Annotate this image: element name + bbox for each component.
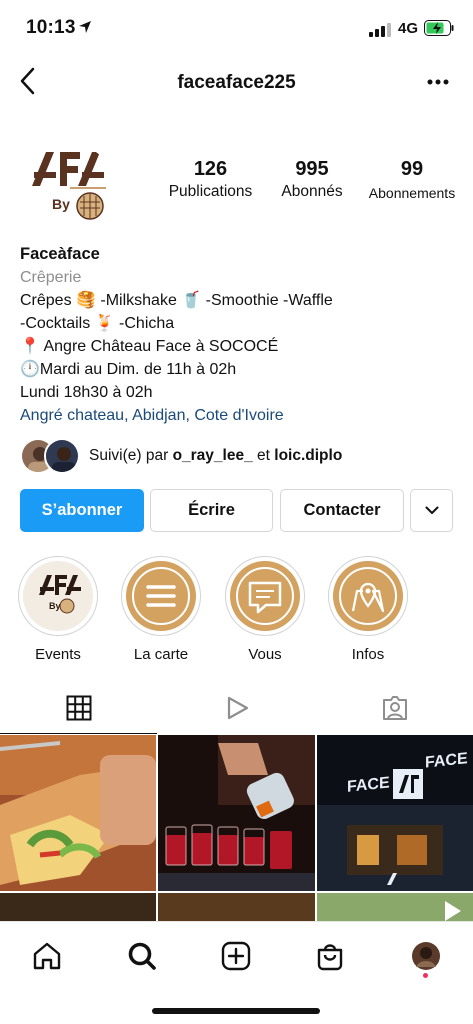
brand-logo-icon: By	[23, 561, 93, 631]
contact-button[interactable]: Contacter	[280, 489, 404, 532]
followed-by[interactable]: Suivi(e) par o_ray_lee_ et loic.diplo	[20, 438, 460, 476]
follower-username[interactable]: loic.diplo	[274, 447, 342, 464]
followed-prefix: Suivi(e) par	[89, 447, 173, 464]
nav-shop[interactable]	[310, 936, 350, 976]
post-thumbnail[interactable]	[158, 735, 315, 891]
highlight-label: La carte	[133, 646, 189, 663]
nav-profile[interactable]	[406, 936, 446, 976]
nav-home[interactable]	[27, 936, 67, 976]
post-thumbnail[interactable]	[158, 893, 315, 921]
message-button[interactable]: Écrire	[150, 489, 273, 532]
tagged-icon	[382, 696, 407, 720]
bio-line: Crêpes 🥞 -Milkshake 🥤 -Smoothie -Waffle	[20, 292, 333, 309]
notification-dot	[423, 973, 428, 978]
suggested-dropdown-button[interactable]	[410, 489, 453, 532]
post-thumbnail[interactable]	[0, 735, 156, 891]
video-play-icon	[445, 901, 461, 921]
bottom-nav	[0, 921, 473, 1024]
more-dots-icon	[427, 79, 449, 85]
followed-connector: et	[252, 447, 275, 464]
followed-by-text: Suivi(e) par o_ray_lee_ et loic.diplo	[89, 447, 342, 465]
content-tabs	[0, 682, 473, 734]
stat-label: Abonnés	[281, 183, 343, 200]
story-highlights: By Events La carte Vous Infos	[0, 556, 473, 666]
highlight-label: Vous	[248, 646, 282, 663]
stat-value: 99	[400, 158, 424, 180]
posts-grid: FACE FACE	[0, 735, 473, 921]
highlight-menu[interactable]: La carte	[121, 556, 201, 663]
status-time: 10:13	[26, 17, 76, 38]
post-thumbnail[interactable]	[317, 893, 473, 921]
stat-label: Publications	[168, 183, 253, 200]
reels-icon	[227, 696, 248, 720]
stat-value: 126	[193, 158, 228, 180]
highlight-ring	[121, 556, 201, 636]
highlight-infos[interactable]: Infos	[328, 556, 408, 663]
stat-followers[interactable]: 995 Abonnés	[270, 158, 354, 201]
more-options-button[interactable]	[420, 68, 456, 96]
profile-category: Crêperie	[20, 269, 82, 286]
svg-text:By: By	[49, 601, 61, 611]
location-link[interactable]: Angré chateau, Abidjan, Cote d'Ivoire	[20, 404, 460, 427]
bio-line: -Cocktails 🍹 -Chicha	[20, 315, 175, 332]
highlight-ring: By	[18, 556, 98, 636]
post-thumbnail[interactable]: FACE FACE	[317, 735, 473, 891]
bio-line: Lundi 18h30 à 02h	[20, 384, 153, 401]
profile-header: faceaface225	[0, 56, 473, 110]
home-icon	[33, 942, 61, 970]
bio-line: 📍 Angre Château Face à SOCOCÉ	[20, 338, 279, 355]
map-pin-icon	[333, 561, 403, 631]
profile-bio: Faceàface Crêperie Crêpes 🥞 -Milkshake 🥤…	[20, 243, 460, 427]
follower-avatar	[44, 438, 80, 474]
highlight-ring	[328, 556, 408, 636]
active-tab-indicator	[0, 732, 157, 734]
highlight-label: Events	[35, 646, 81, 663]
stat-following[interactable]: 99 Abonnements	[364, 158, 460, 201]
stat-label: Abonnements	[368, 185, 456, 201]
profile-avatar-icon	[412, 942, 440, 970]
highlight-events[interactable]: By Events	[18, 556, 98, 663]
profile-stats: 126 Publications 995 Abonnés 99 Abonneme…	[0, 158, 473, 218]
follower-username[interactable]: o_ray_lee_	[173, 447, 253, 464]
menu-icon	[126, 561, 196, 631]
battery-charging-icon	[424, 20, 454, 36]
chevron-down-icon	[425, 506, 438, 514]
profile-name: Faceàface	[20, 245, 100, 263]
signal-icon	[369, 23, 391, 37]
bio-line: 🕛Mardi au Dim. de 11h à 02h	[20, 361, 237, 378]
tab-posts-grid[interactable]	[0, 682, 157, 734]
shopping-bag-icon	[317, 944, 343, 971]
stat-value: 995	[295, 158, 329, 180]
follow-button[interactable]: S’abonner	[20, 489, 144, 532]
add-post-icon	[221, 941, 251, 971]
profile-actions: S’abonner Écrire Contacter	[0, 489, 473, 533]
tab-tagged[interactable]	[316, 682, 473, 734]
nav-create[interactable]	[216, 936, 256, 976]
tab-reels[interactable]	[158, 682, 315, 734]
nav-search[interactable]	[122, 936, 162, 976]
stat-publications[interactable]: 126 Publications	[163, 158, 258, 201]
home-indicator	[152, 1008, 320, 1014]
search-icon	[128, 942, 156, 970]
highlight-vous[interactable]: Vous	[225, 556, 305, 663]
status-bar: 10:13 4G	[0, 0, 473, 56]
profile-username: faceaface225	[177, 72, 296, 93]
highlight-ring	[225, 556, 305, 636]
post-thumbnail[interactable]	[0, 893, 156, 921]
grid-icon	[66, 695, 91, 721]
network-type: 4G	[398, 20, 419, 37]
highlight-label: Infos	[351, 646, 385, 663]
location-arrow-icon	[79, 21, 91, 33]
chat-icon	[230, 561, 300, 631]
